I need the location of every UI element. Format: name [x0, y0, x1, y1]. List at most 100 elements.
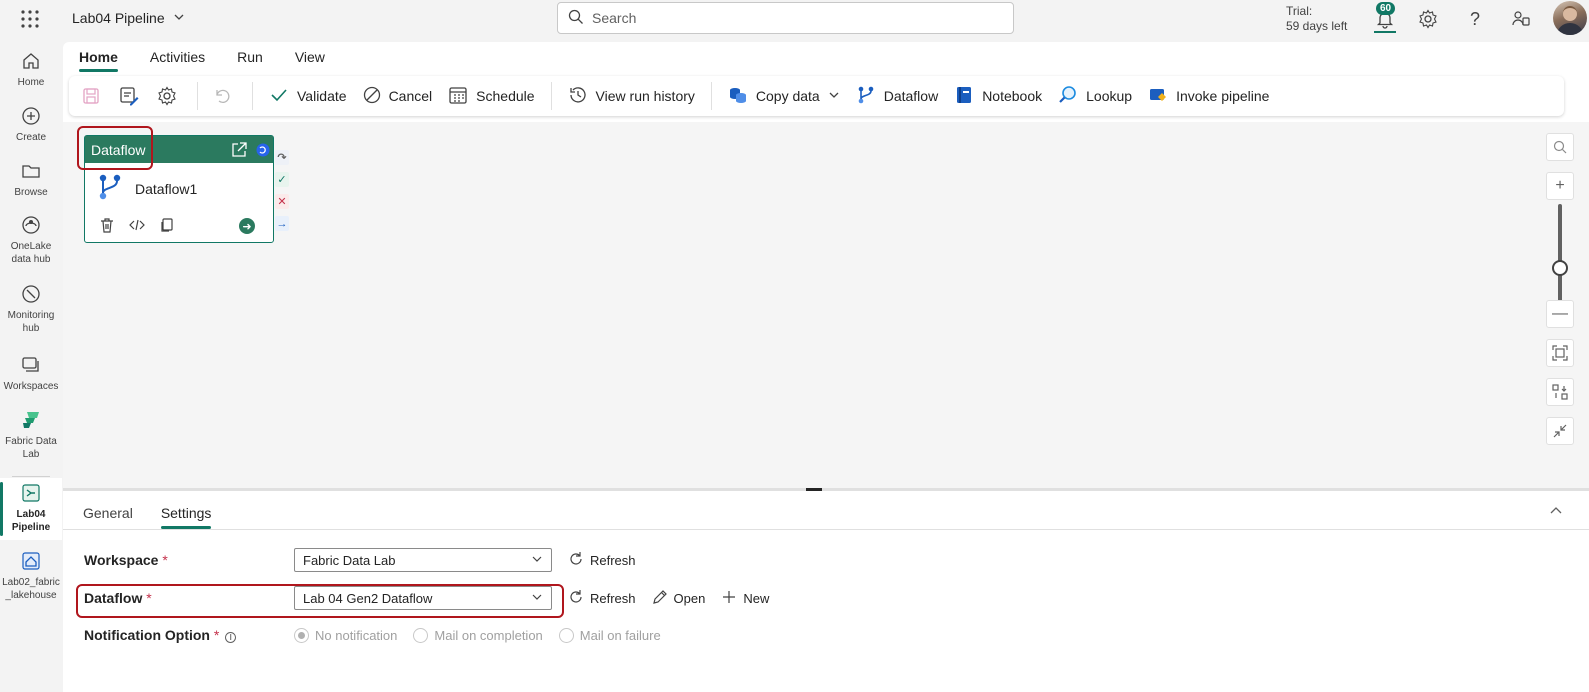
- dataflow-label: Dataflow: [883, 88, 939, 104]
- delete-icon[interactable]: [99, 217, 115, 236]
- gear-icon[interactable]: [1417, 8, 1439, 30]
- notification-count-badge: 60: [1376, 2, 1396, 15]
- radio-label: Mail on completion: [434, 627, 543, 643]
- pipeline-canvas[interactable]: Dataflow Dataflow1 ➜ ↷ ✓ ✕ → + —: [63, 122, 1589, 488]
- radio-label: No notification: [315, 627, 398, 643]
- workspace-select[interactable]: Fabric Data Lab: [294, 548, 552, 572]
- radio-no-notification[interactable]: No notification: [294, 627, 398, 643]
- fit-to-screen-icon[interactable]: [1546, 339, 1574, 367]
- rail-item-monitoring-hub[interactable]: Monitoring hub: [0, 283, 62, 335]
- rail-item-lab04-pipeline[interactable]: Lab04 Pipeline: [0, 482, 62, 534]
- completion-handle-icon[interactable]: →: [275, 216, 289, 231]
- rail-item-label: Create: [15, 132, 46, 143]
- top-bar: Lab04 Pipeline Search Trial: 59 days lef…: [0, 0, 1589, 36]
- rail-item-create[interactable]: Create: [0, 105, 62, 144]
- dataflow-new-button[interactable]: New: [721, 589, 769, 608]
- open-external-icon[interactable]: [230, 141, 248, 162]
- skip-handle-icon[interactable]: ↷: [275, 150, 289, 165]
- zoom-in-icon[interactable]: +: [1546, 172, 1574, 200]
- search-input[interactable]: Search: [557, 2, 1014, 34]
- copy-icon[interactable]: [159, 217, 175, 236]
- required-mark: *: [213, 627, 220, 643]
- workspace-label-text: Workspace: [84, 552, 159, 568]
- help-icon[interactable]: ?: [1464, 8, 1486, 30]
- info-icon[interactable]: i: [225, 632, 237, 643]
- monitoring-icon: [20, 283, 42, 305]
- tab-view[interactable]: View: [279, 42, 341, 74]
- rail-item-label: Workspaces: [3, 381, 59, 392]
- activity-actions: [99, 217, 175, 236]
- arrow-right-circle-icon[interactable]: ➜: [239, 218, 255, 234]
- main-editor: Home Activities Run View Validate Cancel: [63, 42, 1589, 692]
- plus-icon: [721, 589, 737, 608]
- notebook-button[interactable]: Notebook: [946, 80, 1050, 112]
- rail-item-lab02-lakehouse[interactable]: Lab02_fabric_lakehouse: [0, 550, 62, 602]
- dataflow-refresh-button[interactable]: Refresh: [568, 589, 636, 608]
- view-run-history-button[interactable]: View run history: [560, 80, 703, 112]
- rail-item-browse[interactable]: Browse: [0, 160, 62, 199]
- tab-activities[interactable]: Activities: [134, 42, 221, 74]
- rail-item-label: Browse: [14, 187, 48, 198]
- chevron-down-icon: [173, 10, 185, 26]
- rail-item-workspaces[interactable]: Workspaces: [0, 354, 62, 393]
- tab-general[interactable]: General: [69, 501, 147, 529]
- rail-item-label: Fabric Data Lab: [5, 436, 57, 460]
- open-label: Open: [673, 590, 706, 606]
- failure-handle-icon[interactable]: ✕: [275, 194, 289, 209]
- workspaces-icon: [20, 354, 42, 376]
- dataflow-open-button[interactable]: Open: [652, 589, 706, 608]
- collapse-arrows-icon[interactable]: [1546, 417, 1574, 445]
- tab-home[interactable]: Home: [63, 42, 134, 74]
- zoom-slider-track[interactable]: [1558, 204, 1562, 302]
- user-avatar[interactable]: [1553, 1, 1587, 35]
- tab-settings[interactable]: Settings: [147, 501, 226, 529]
- undo-icon[interactable]: [206, 80, 238, 112]
- rail-item-label: OneLake data hub: [10, 241, 52, 265]
- lookup-button[interactable]: Lookup: [1050, 80, 1140, 112]
- rail-item-onelake-data-hub[interactable]: OneLake data hub: [0, 214, 62, 266]
- activity-body: Dataflow1: [85, 163, 273, 214]
- settings-gear-icon[interactable]: [151, 80, 183, 112]
- workspace-refresh-button[interactable]: Refresh: [568, 551, 636, 570]
- tab-run[interactable]: Run: [221, 42, 279, 74]
- invoke-pipeline-button[interactable]: Invoke pipeline: [1140, 80, 1277, 112]
- code-icon[interactable]: [129, 217, 145, 236]
- share-feedback-icon[interactable]: [1510, 8, 1532, 30]
- zoom-slider-thumb[interactable]: [1552, 260, 1568, 276]
- canvas-search-icon[interactable]: [1546, 133, 1574, 161]
- app-title-dropdown[interactable]: Lab04 Pipeline: [72, 10, 185, 26]
- notification-row: Notification Option * i No notification …: [84, 627, 677, 643]
- auto-align-icon[interactable]: [1546, 378, 1574, 406]
- trial-status[interactable]: Trial: 59 days left: [1286, 4, 1347, 34]
- rail-divider: [12, 476, 50, 477]
- fabric-logo-icon: [20, 409, 42, 431]
- toolbar-divider: [197, 82, 198, 110]
- save-icon[interactable]: [75, 80, 107, 112]
- chevron-down-icon: [828, 88, 840, 104]
- zoom-out-icon[interactable]: —: [1546, 300, 1574, 328]
- app-launcher-icon[interactable]: [20, 9, 40, 29]
- save-as-icon[interactable]: [113, 80, 145, 112]
- lookup-magnifier-icon: [1058, 85, 1078, 108]
- radio-mail-on-completion[interactable]: Mail on completion: [413, 627, 543, 643]
- plus-circle-icon: [20, 105, 42, 127]
- toolbar-divider: [710, 82, 712, 110]
- required-mark: *: [162, 552, 168, 568]
- copy-data-button[interactable]: Copy data: [720, 80, 848, 112]
- success-handle-icon[interactable]: ✓: [275, 172, 289, 187]
- radio-button: [558, 627, 574, 643]
- invoke-pipeline-label: Invoke pipeline: [1176, 88, 1270, 104]
- copy-data-label: Copy data: [755, 88, 820, 104]
- rail-item-fabric-data-lab[interactable]: Fabric Data Lab: [0, 409, 62, 461]
- schedule-button[interactable]: Schedule: [440, 80, 542, 112]
- pencil-icon: [652, 589, 668, 608]
- validate-button[interactable]: Validate: [261, 80, 355, 112]
- rail-item-home[interactable]: Home: [0, 50, 62, 89]
- rail-item-label: Monitoring hub: [7, 310, 55, 334]
- dataflow-button[interactable]: Dataflow: [848, 80, 946, 112]
- radio-mail-on-failure[interactable]: Mail on failure: [558, 627, 661, 643]
- highlight-annotation-activity-title: [77, 126, 153, 170]
- new-label: New: [743, 590, 770, 606]
- cancel-button[interactable]: Cancel: [355, 80, 441, 112]
- chevron-up-icon[interactable]: [1549, 504, 1563, 521]
